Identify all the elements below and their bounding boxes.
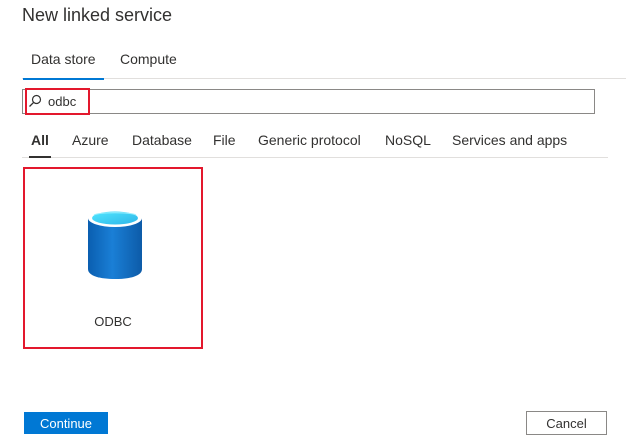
tab-compute[interactable]: Compute [120, 51, 177, 67]
connector-tile-label: ODBC [94, 314, 132, 329]
tab-file[interactable]: File [213, 132, 236, 148]
tab-database[interactable]: Database [132, 132, 192, 148]
tab-nosql[interactable]: NoSQL [385, 132, 431, 148]
tab-azure[interactable]: Azure [72, 132, 109, 148]
connector-tile-odbc[interactable]: ODBC [23, 167, 203, 349]
dialog-title: New linked service [22, 5, 173, 25]
category-tab-bar: All Azure Database File Generic protocol… [22, 126, 608, 158]
search-icon [29, 94, 42, 107]
tab-generic-protocol[interactable]: Generic protocol [258, 132, 361, 148]
tab-data-store[interactable]: Data store [23, 51, 104, 80]
continue-button[interactable]: Continue [24, 412, 108, 434]
database-icon [88, 209, 142, 279]
cancel-button[interactable]: Cancel [526, 411, 607, 435]
search-box[interactable] [22, 89, 595, 114]
tab-services-and-apps[interactable]: Services and apps [452, 132, 567, 148]
tab-all[interactable]: All [29, 132, 51, 158]
top-tab-bar: Data store Compute [22, 50, 626, 80]
search-input[interactable] [48, 90, 588, 113]
